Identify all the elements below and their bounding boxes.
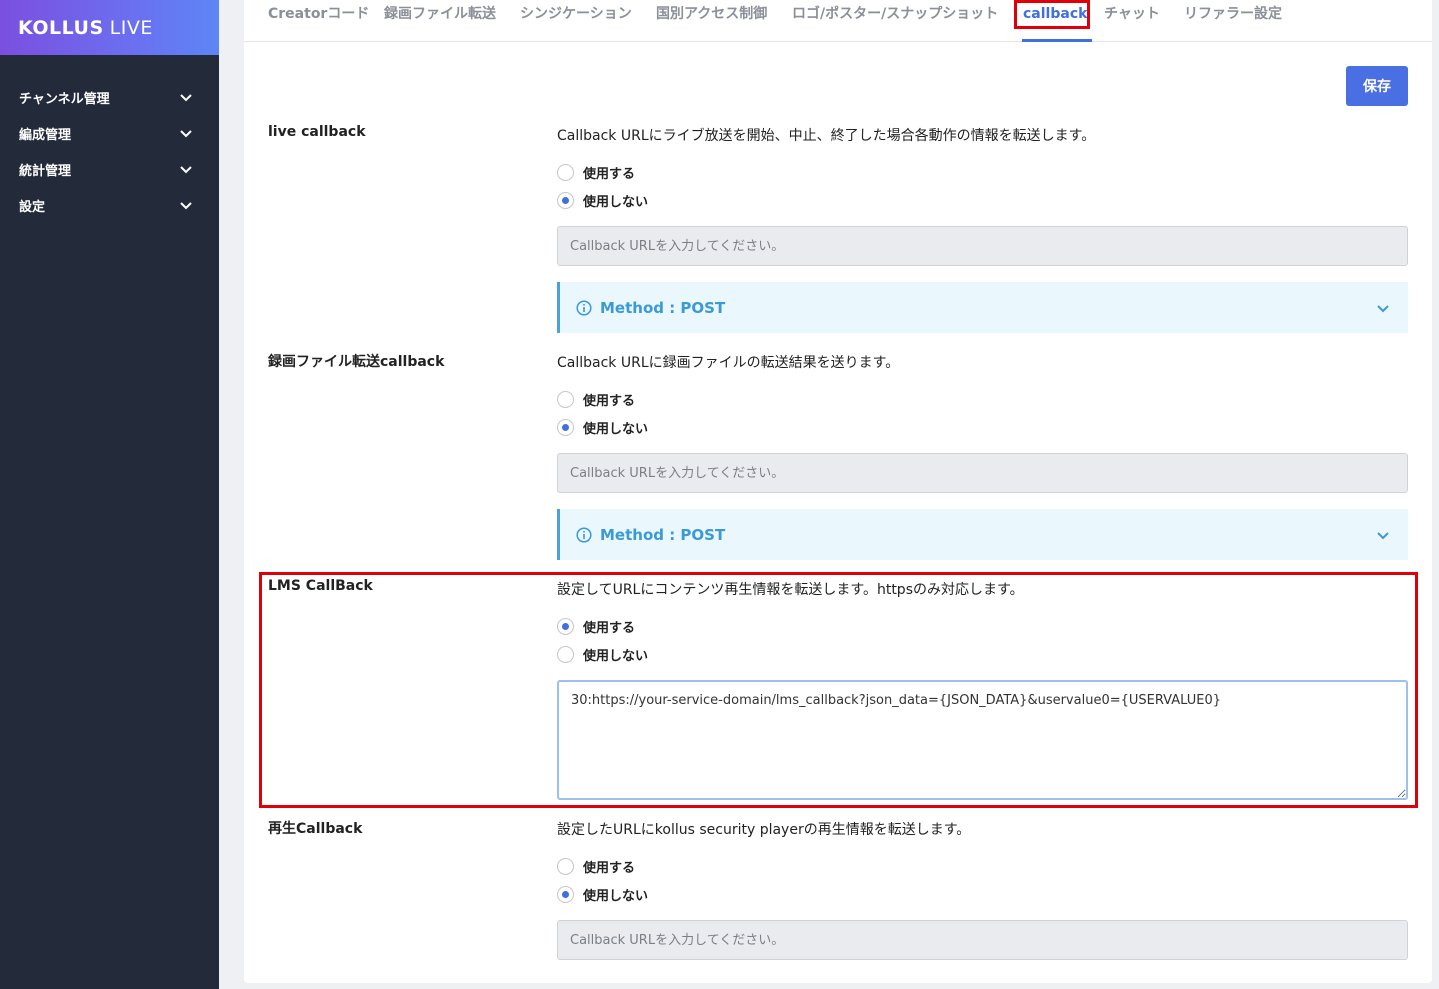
radio-live-nouse[interactable]: 使用しない — [557, 190, 648, 210]
radio-icon — [557, 163, 574, 181]
logo-bold: KOLLUS — [18, 16, 104, 39]
radio-label: 使用する — [583, 166, 636, 182]
playback-callback-url-input[interactable] — [557, 920, 1408, 960]
chevron-down-icon — [1377, 304, 1389, 312]
sidebar-item-settings[interactable]: 設定 — [0, 187, 219, 223]
chevron-down-icon — [180, 94, 192, 102]
tab-referrer[interactable]: リファラー設定 — [1184, 0, 1282, 42]
sidebar-item-channel[interactable]: チャンネル管理 — [0, 79, 219, 115]
radio-label: 使用しない — [583, 648, 649, 664]
radio-label: 使用する — [583, 860, 636, 876]
section-desc: Callback URLに録画ファイルの転送結果を送ります。 — [557, 355, 900, 371]
sidebar-item-label: 設定 — [19, 199, 46, 215]
chevron-down-icon — [180, 202, 192, 210]
radio-icon — [557, 857, 574, 875]
radio-lms-use[interactable]: 使用する — [557, 616, 635, 636]
method-info-live[interactable]: Method : POST — [557, 282, 1408, 333]
section-desc: Callback URLにライブ放送を開始、中止、終了した場合各動作の情報を転送… — [557, 128, 1096, 144]
live-callback-url-input[interactable] — [557, 226, 1408, 266]
tab-callback[interactable]: callback — [1023, 0, 1087, 42]
section-title-recording-callback: 録画ファイル転送callback — [268, 354, 445, 370]
method-info-recording[interactable]: Method : POST — [557, 509, 1408, 560]
radio-lms-nouse[interactable]: 使用しない — [557, 644, 648, 664]
method-label: Method : POST — [600, 298, 726, 317]
section-title-lms-callback: LMS CallBack — [268, 578, 373, 594]
sidebar-item-label: 編成管理 — [19, 127, 72, 143]
sidebar-item-label: チャンネル管理 — [19, 91, 110, 107]
save-button[interactable]: 保存 — [1346, 66, 1408, 106]
chevron-down-icon — [180, 130, 192, 138]
radio-label: 使用しない — [583, 888, 649, 904]
radio-label: 使用する — [583, 620, 636, 636]
active-tab-indicator — [1022, 39, 1092, 42]
tab-logo-poster[interactable]: ロゴ/ポスター/スナップショット — [792, 0, 998, 42]
sidebar-item-schedule[interactable]: 編成管理 — [0, 115, 219, 151]
tab-creator-code[interactable]: Creatorコード — [268, 0, 369, 42]
tab-country-access[interactable]: 国別アクセス制御 — [656, 0, 767, 42]
radio-label: 使用しない — [583, 194, 649, 210]
radio-checked-icon — [557, 617, 574, 635]
tab-bar: Creatorコード 録画ファイル転送 シンジケーション 国別アクセス制御 ロゴ… — [244, 0, 1432, 42]
radio-playback-use[interactable]: 使用する — [557, 856, 635, 876]
lms-callback-url-textarea[interactable]: 30:https://your-service-domain/lms_callb… — [557, 680, 1408, 800]
tab-recording-transfer[interactable]: 録画ファイル転送 — [384, 0, 496, 42]
recording-callback-url-input[interactable] — [557, 453, 1408, 493]
sidebar-item-label: 統計管理 — [19, 163, 72, 179]
section-desc: 設定してURLにコンテンツ再生情報を転送します。httpsのみ対応します。 — [557, 582, 1024, 598]
section-title-playback-callback: 再生Callback — [268, 821, 363, 837]
radio-label: 使用しない — [583, 421, 649, 437]
logo[interactable]: KOLLUS LIVE — [0, 0, 219, 55]
info-icon — [576, 526, 592, 543]
tab-syndication[interactable]: シンジケーション — [520, 0, 632, 42]
info-icon — [576, 299, 592, 316]
method-label: Method : POST — [600, 525, 726, 544]
sidebar-menu: チャンネル管理 編成管理 統計管理 設定 — [0, 79, 219, 223]
radio-checked-icon — [557, 191, 574, 209]
radio-icon — [557, 390, 574, 408]
radio-playback-nouse[interactable]: 使用しない — [557, 884, 648, 904]
radio-checked-icon — [557, 418, 574, 436]
sidebar-item-stats[interactable]: 統計管理 — [0, 151, 219, 187]
radio-label: 使用する — [583, 393, 636, 409]
content-card: Creatorコード 録画ファイル転送 シンジケーション 国別アクセス制御 ロゴ… — [244, 0, 1432, 983]
radio-live-use[interactable]: 使用する — [557, 162, 635, 182]
section-desc: 設定したURLにkollus security playerの再生情報を転送しま… — [557, 822, 971, 838]
radio-checked-icon — [557, 885, 574, 903]
tab-chat[interactable]: チャット — [1104, 0, 1160, 42]
radio-recording-use[interactable]: 使用する — [557, 389, 635, 409]
radio-icon — [557, 645, 574, 663]
sidebar: KOLLUS LIVE チャンネル管理 編成管理 統計管理 設定 — [0, 0, 219, 989]
radio-recording-nouse[interactable]: 使用しない — [557, 417, 648, 437]
chevron-down-icon — [1377, 531, 1389, 539]
section-title-live-callback: live callback — [268, 124, 366, 140]
chevron-down-icon — [180, 166, 192, 174]
logo-light: LIVE — [109, 16, 153, 39]
